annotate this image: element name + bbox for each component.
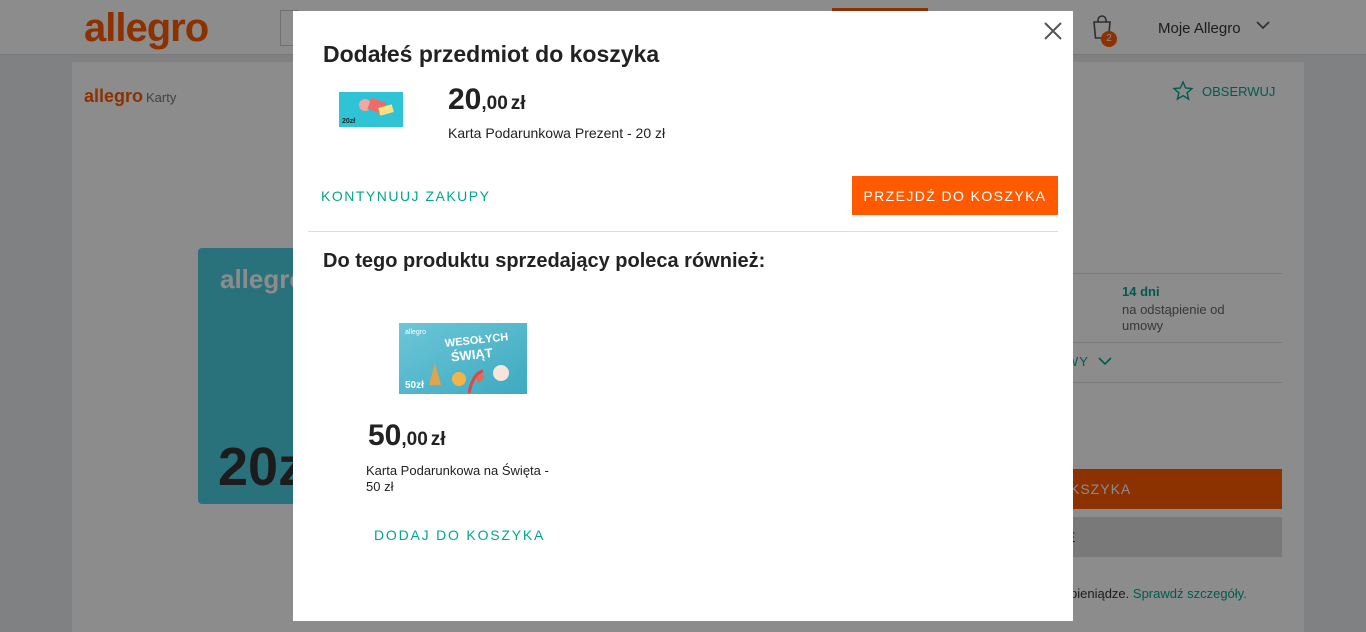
go-to-cart-button[interactable]: PRZEJDŹ DO KOSZYKA [852,176,1058,215]
thumb-value: 50zł [405,380,424,391]
modal-divider [308,231,1058,232]
recommended-item-name[interactable]: Karta Podarunkowa na Święta - 50 zł [366,463,562,495]
added-item-thumbnail: 20zł [339,92,403,127]
added-to-cart-modal: Dodałeś przedmiot do koszyka 20zł 20,00 z… [293,11,1073,621]
thumb-logo: allegro [405,329,426,336]
price-currency: zł [510,93,526,114]
continue-shopping-button[interactable]: KONTYNUUJ ZAKUPY [321,188,490,204]
recommended-item-thumbnail[interactable]: allegro WESOŁYCH ŚWIĄT 50zł [399,323,527,394]
price-currency: zł [430,429,446,450]
price-integer: 20 [448,83,482,116]
close-icon[interactable] [1043,21,1063,41]
recommended-item-price: 50,00 zł [368,419,446,453]
add-to-cart-button[interactable]: DODAJ DO KOSZYKA [374,527,545,543]
price-integer: 50 [368,419,402,452]
price-decimal: ,00 [481,93,508,114]
added-item-price: 20,00 zł [448,83,526,117]
added-item-thumb-label: 20zł [342,118,355,125]
price-decimal: ,00 [401,429,428,450]
added-item-name: Karta Podarunkowa Prezent - 20 zł [448,125,666,141]
recommendations-title: Do tego produktu sprzedający poleca równ… [323,250,766,272]
modal-title: Dodałeś przedmiot do koszyka [323,41,660,67]
